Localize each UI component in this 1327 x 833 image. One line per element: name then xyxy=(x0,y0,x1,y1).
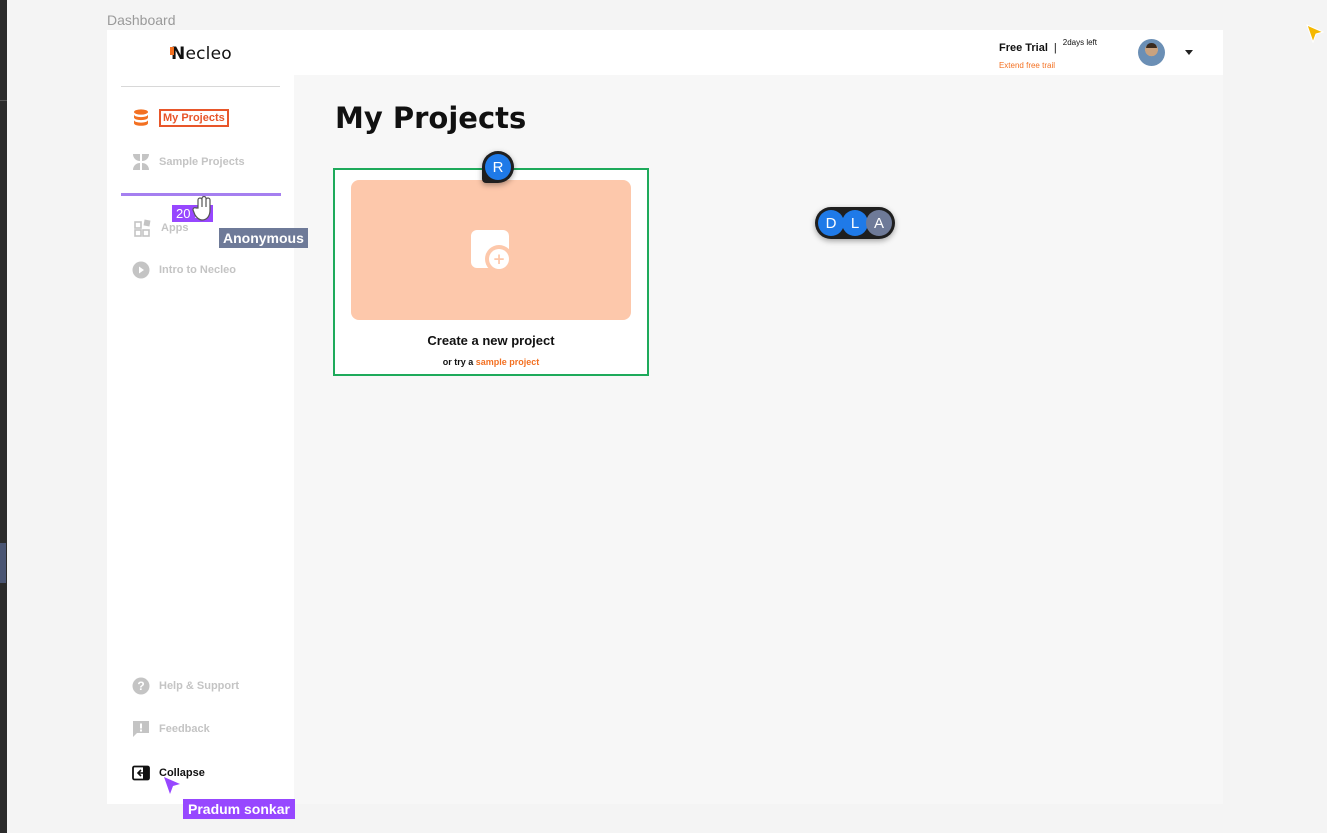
presence-avatar: A xyxy=(866,210,892,236)
frame-label: Dashboard xyxy=(107,12,176,28)
help-icon: ? xyxy=(131,676,151,696)
sidebar-item-label: My Projects xyxy=(159,109,229,127)
plan-separator: | xyxy=(1053,42,1057,54)
card-subtitle: or try a sample project xyxy=(335,357,647,367)
anonymous-cursor-tag: Anonymous xyxy=(219,228,308,248)
sidebar-item-my-projects[interactable]: My Projects xyxy=(131,108,229,128)
logo-text: ecleo xyxy=(185,44,232,64)
top-bar: Free Trial | 2days left Extend free trail xyxy=(294,30,1223,75)
apps-icon xyxy=(133,218,153,238)
feedback-icon xyxy=(131,719,151,739)
chevron-down-icon[interactable] xyxy=(1185,50,1193,55)
plan-label: Free Trial xyxy=(998,42,1048,54)
sidebar-divider xyxy=(121,86,280,87)
pointer-cursor-icon xyxy=(164,777,180,794)
presence-avatar: L xyxy=(842,210,868,236)
plus-icon: + xyxy=(485,245,513,273)
create-project-card[interactable]: + Create a new project or try a sample p… xyxy=(333,168,649,376)
extend-trial-link[interactable]: Extend free trail xyxy=(999,61,1097,70)
presence-avatar: D xyxy=(818,210,844,236)
hand-cursor-icon xyxy=(192,196,211,221)
app-frame: Necleo My Projects Sample Projects Apps xyxy=(107,30,1223,804)
presence-avatar: R xyxy=(485,154,511,180)
collapse-icon xyxy=(131,763,151,783)
new-file-icon: + xyxy=(471,230,513,273)
sidebar: Necleo My Projects Sample Projects Apps xyxy=(107,30,294,804)
sample-project-link[interactable]: sample project xyxy=(476,357,540,367)
user-cursor-tag: Pradum sonkar xyxy=(183,799,295,819)
days-left: 2days left xyxy=(1062,38,1097,47)
pointer-cursor-icon xyxy=(1306,24,1324,44)
sidebar-item-label: Intro to Necleo xyxy=(159,264,237,276)
sidebar-item-label: Sample Projects xyxy=(159,156,245,168)
card-subtitle-prefix: or try a xyxy=(442,357,474,367)
trial-status: Free Trial | 2days left Extend free trail xyxy=(999,38,1097,70)
sidebar-item-sample-projects[interactable]: Sample Projects xyxy=(131,152,245,172)
sidebar-item-label: Feedback xyxy=(159,723,210,735)
svg-text:?: ? xyxy=(137,679,144,693)
presence-badge-card: R xyxy=(482,151,514,183)
sidebar-item-help[interactable]: ? Help & Support xyxy=(131,676,239,696)
edge-marker xyxy=(0,543,6,583)
play-icon xyxy=(131,260,151,280)
grid-icon xyxy=(131,152,151,172)
necleo-logo[interactable]: Necleo xyxy=(171,44,232,64)
card-title: Create a new project xyxy=(427,333,555,348)
sidebar-item-label: Apps xyxy=(161,222,189,234)
sidebar-item-feedback[interactable]: Feedback xyxy=(131,719,210,739)
card-visual[interactable]: + xyxy=(351,180,631,320)
avatar[interactable] xyxy=(1138,39,1165,66)
window-edge xyxy=(0,0,7,833)
logo-letter: N xyxy=(171,44,186,64)
edge-line xyxy=(0,100,7,101)
database-icon xyxy=(131,108,151,128)
sidebar-item-intro[interactable]: Intro to Necleo xyxy=(131,260,236,280)
sidebar-item-label: Help & Support xyxy=(159,680,240,692)
page-title: My Projects xyxy=(335,101,527,135)
presence-group: D L A xyxy=(815,207,895,239)
